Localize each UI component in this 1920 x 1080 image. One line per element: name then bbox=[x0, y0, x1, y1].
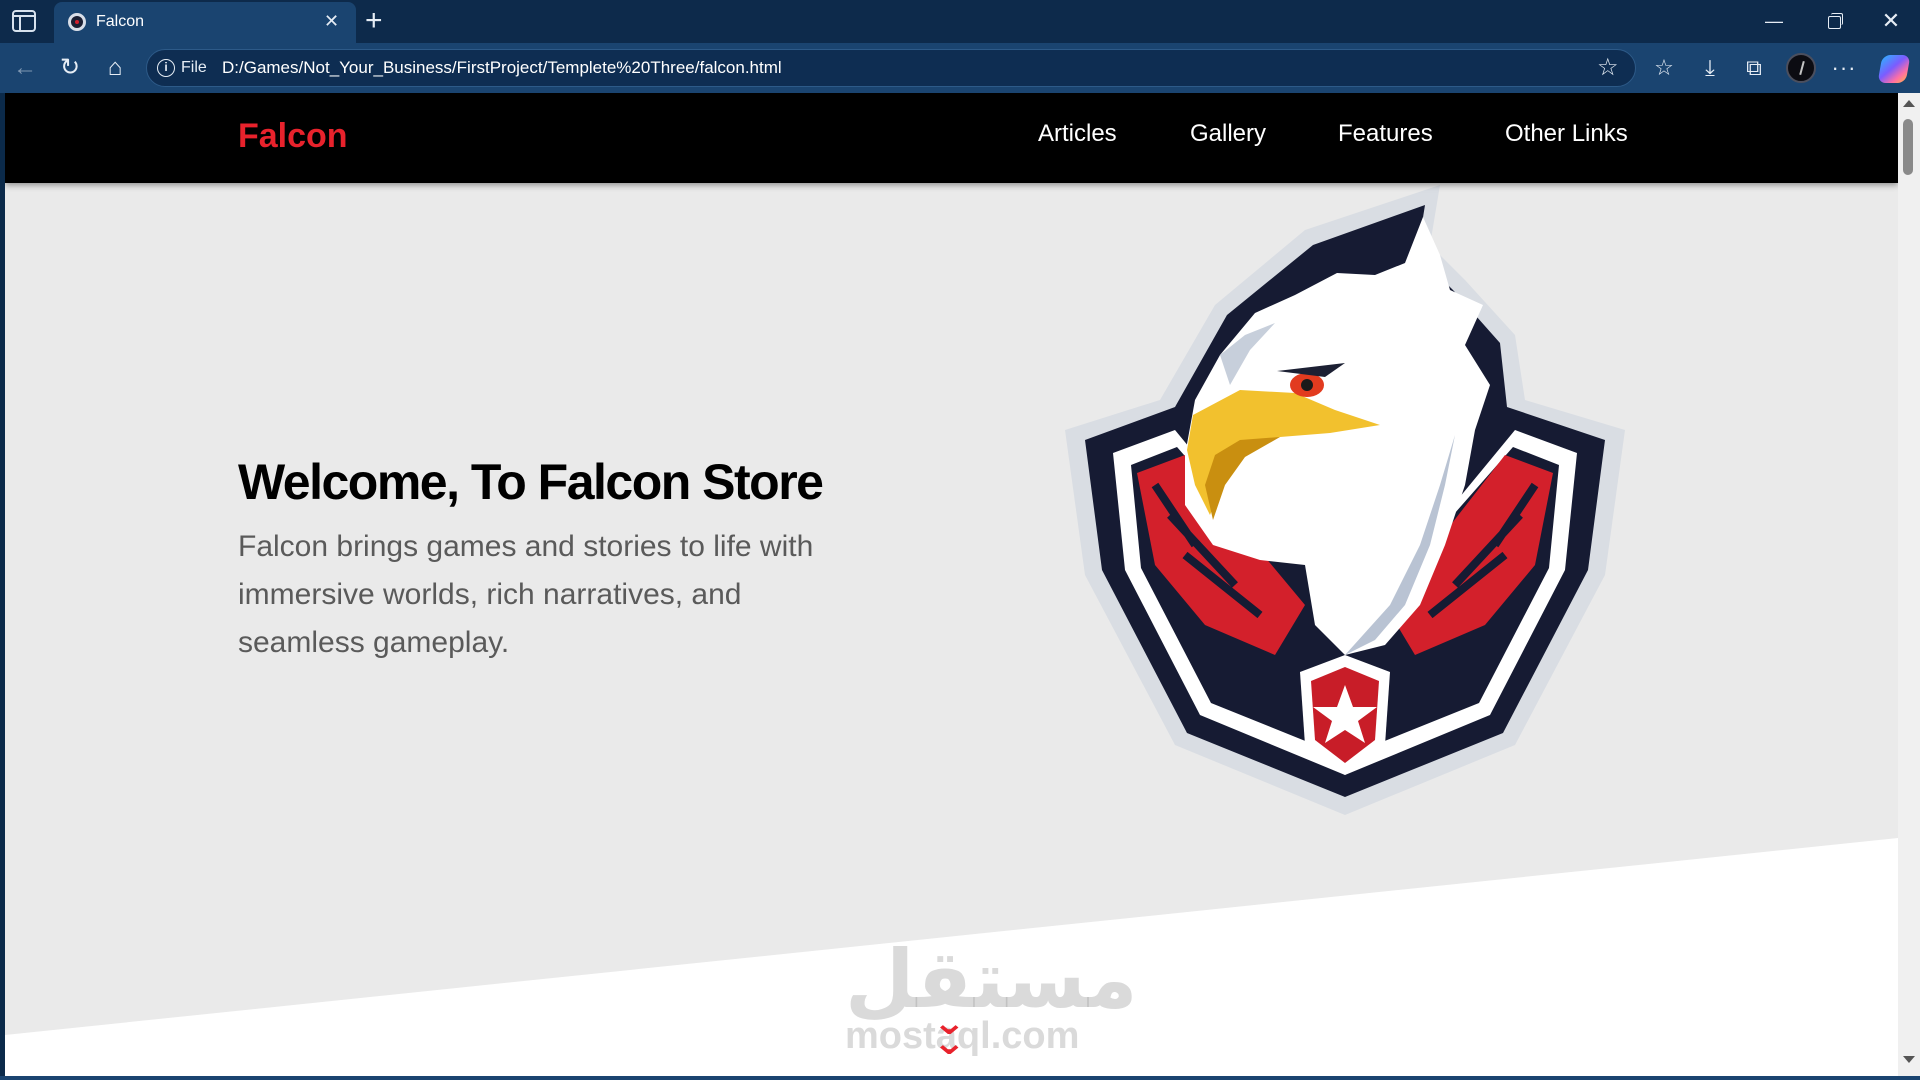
new-tab-button[interactable]: + bbox=[365, 4, 383, 38]
browser-titlebar: Falcon ✕ + — ✕ bbox=[0, 0, 1920, 43]
scroll-thumb[interactable] bbox=[1903, 119, 1913, 175]
page-viewport: Falcon Articles Gallery Features Other L… bbox=[5, 93, 1898, 1076]
favorites-icon[interactable]: ☆ bbox=[1648, 52, 1680, 84]
tab-title: Falcon bbox=[96, 13, 145, 30]
copilot-icon[interactable] bbox=[1877, 55, 1911, 83]
tab-favicon-icon bbox=[68, 13, 86, 31]
scroll-down-arrow-icon[interactable] bbox=[1903, 1056, 1915, 1063]
nav-link-other-links[interactable]: Other Links bbox=[1505, 120, 1628, 148]
profile-avatar[interactable] bbox=[1786, 53, 1816, 83]
back-icon[interactable]: ← bbox=[10, 53, 40, 83]
minimize-button[interactable]: — bbox=[1758, 8, 1790, 34]
sidebar-toggle-icon[interactable] bbox=[12, 10, 36, 32]
download-icon[interactable]: ⤓ bbox=[1694, 52, 1726, 84]
tab-close-icon[interactable]: ✕ bbox=[324, 10, 339, 32]
close-window-button[interactable]: ✕ bbox=[1875, 8, 1907, 34]
scroll-up-arrow-icon[interactable] bbox=[1903, 100, 1915, 107]
info-icon[interactable]: i bbox=[157, 59, 175, 77]
address-scheme-label: File bbox=[181, 59, 207, 76]
window-bottom-edge bbox=[0, 1076, 1920, 1080]
page-scrollbar[interactable] bbox=[1898, 93, 1920, 1076]
restore-button[interactable] bbox=[1818, 8, 1850, 34]
nav-link-articles[interactable]: Articles bbox=[1038, 120, 1117, 148]
nav-link-gallery[interactable]: Gallery bbox=[1190, 120, 1266, 148]
site-header: Falcon Articles Gallery Features Other L… bbox=[5, 93, 1898, 183]
double-chevron-down-icon[interactable]: ⌄ ⌄ bbox=[932, 1006, 966, 1060]
reload-icon[interactable]: ↻ bbox=[55, 53, 85, 83]
favorite-star-icon[interactable]: ☆ bbox=[1597, 53, 1619, 82]
browser-toolbar: ← ↻ ⌂ i File D:/Games/Not_Your_Business/… bbox=[0, 43, 1920, 93]
home-icon[interactable]: ⌂ bbox=[100, 53, 130, 83]
extensions-icon[interactable]: ⧉ bbox=[1738, 52, 1770, 84]
hero-title: Welcome, To Falcon Store bbox=[238, 454, 824, 510]
site-logo[interactable]: Falcon bbox=[238, 117, 348, 156]
nav-link-features[interactable]: Features bbox=[1338, 120, 1433, 148]
browser-tab[interactable]: Falcon ✕ bbox=[54, 2, 356, 43]
watermark-logo-arabic: مستقل bbox=[845, 933, 1138, 1026]
address-bar[interactable]: i File D:/Games/Not_Your_Business/FirstP… bbox=[146, 49, 1636, 87]
eagle-emblem-image bbox=[1065, 185, 1625, 815]
hero-description: Falcon brings games and stories to life … bbox=[238, 530, 814, 659]
more-icon[interactable]: ··· bbox=[1828, 52, 1860, 84]
url-text[interactable]: D:/Games/Not_Your_Business/FirstProject/… bbox=[222, 58, 782, 78]
